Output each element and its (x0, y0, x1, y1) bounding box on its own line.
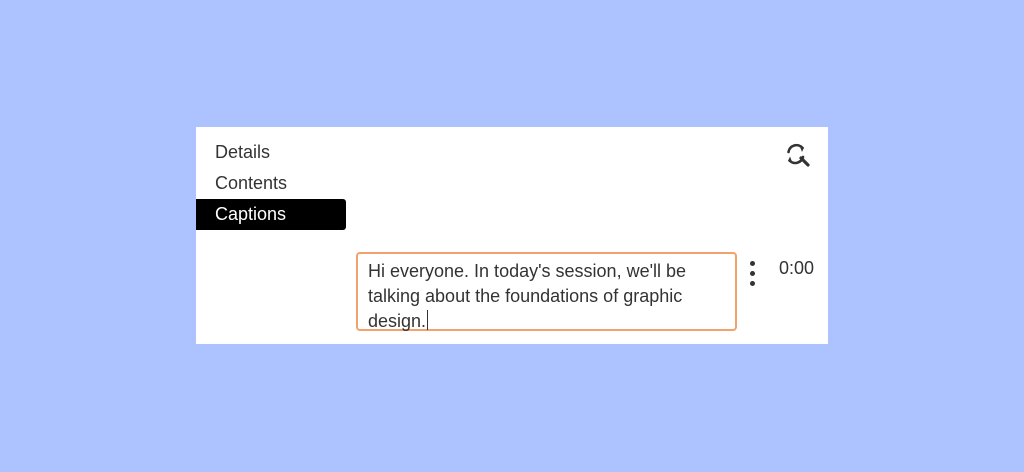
more-vertical-icon-dot (750, 271, 755, 276)
search-refresh-button[interactable] (784, 141, 812, 169)
text-cursor (427, 310, 429, 330)
search-refresh-icon (787, 143, 810, 167)
nav-item-contents[interactable]: Contents (196, 168, 346, 199)
more-vertical-icon (750, 261, 755, 266)
more-options-button[interactable] (747, 261, 759, 287)
captions-panel: Details Contents Captions Hi everyone. I… (196, 127, 828, 344)
caption-timestamp[interactable]: 0:00 (779, 258, 814, 279)
nav-item-captions[interactable]: Captions (196, 199, 346, 230)
more-vertical-icon-dot (750, 281, 755, 286)
caption-text-field[interactable]: Hi everyone. In today's session, we'll b… (356, 252, 737, 331)
sidebar-nav: Details Contents Captions (196, 137, 346, 230)
nav-item-details[interactable]: Details (196, 137, 346, 168)
caption-text: Hi everyone. In today's session, we'll b… (368, 261, 687, 331)
